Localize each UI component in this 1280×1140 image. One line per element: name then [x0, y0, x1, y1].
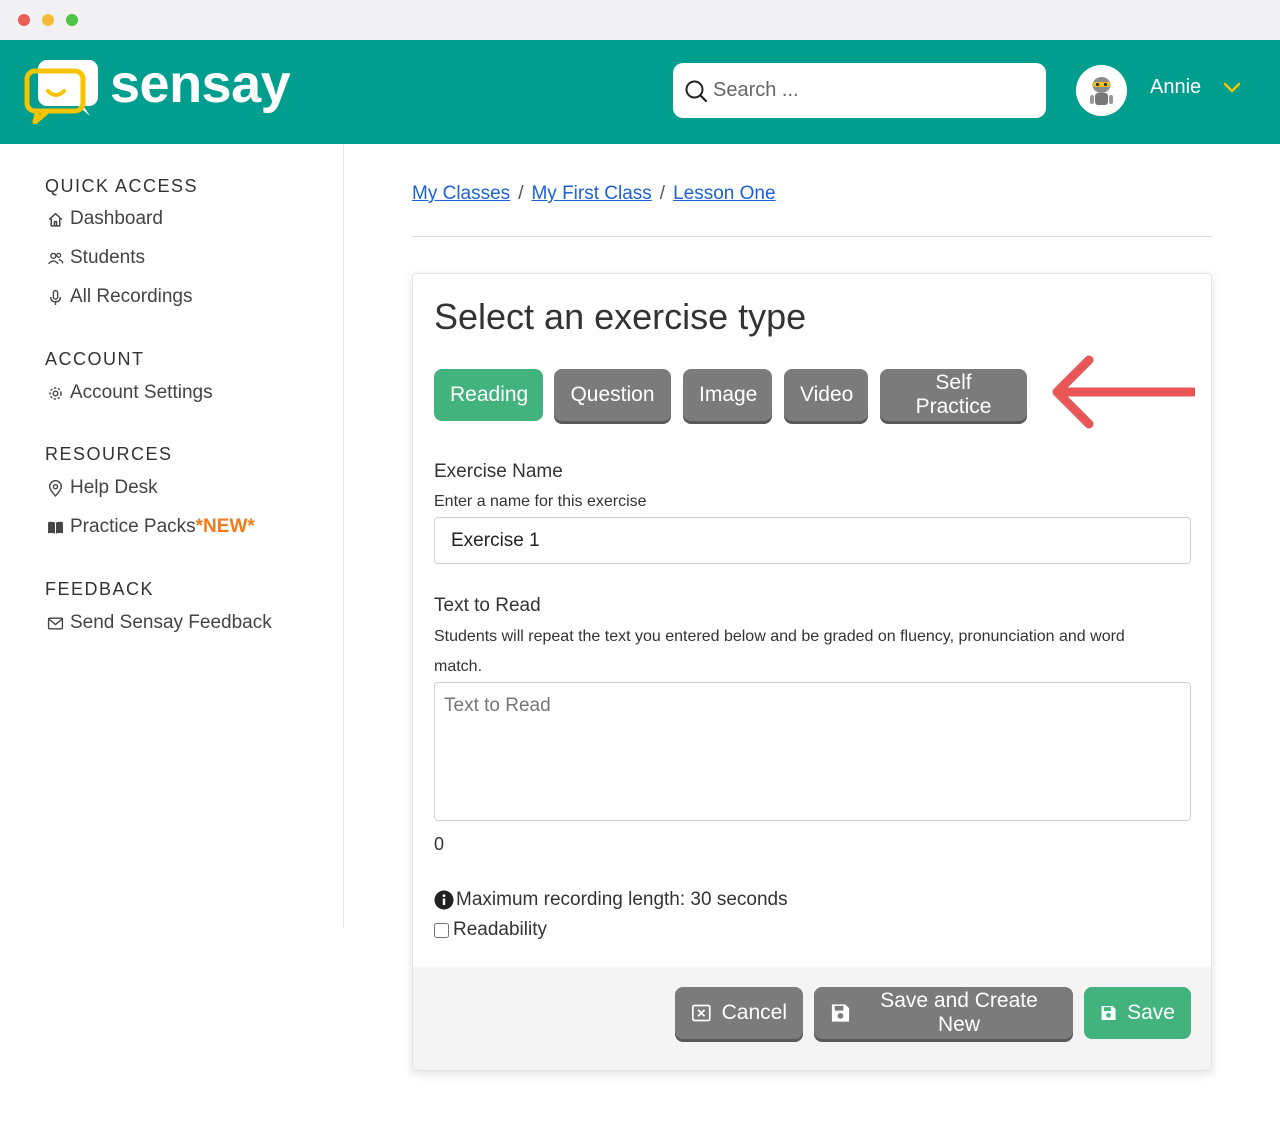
text-to-read-label: Text to Read	[434, 595, 541, 616]
close-box-icon	[692, 1004, 711, 1022]
breadcrumb-link-my-classes[interactable]: My Classes	[412, 183, 510, 204]
sidebar-heading-quick-access: QUICK ACCESS	[45, 176, 199, 196]
practice-packs-label: Practice Packs	[70, 516, 196, 537]
location-pin-icon	[48, 479, 63, 497]
breadcrumb-divider	[412, 236, 1212, 237]
sidebar-item-label: Help Desk	[70, 477, 158, 498]
breadcrumb-separator: /	[518, 183, 524, 204]
text-to-read-help: Students will repeat the text you entere…	[434, 628, 1125, 675]
sensay-logo-icon[interactable]	[24, 58, 100, 124]
sidebar-heading-resources: RESOURCES	[45, 444, 173, 464]
breadcrumb-link-my-first-class[interactable]: My First Class	[531, 183, 651, 204]
cancel-button[interactable]: Cancel	[675, 987, 803, 1039]
sidebar-item-send-feedback[interactable]: Send Sensay Feedback	[47, 612, 272, 634]
exercise-type-self-practice-button[interactable]: Self Practice	[880, 369, 1027, 421]
save-button[interactable]: Save	[1084, 987, 1191, 1039]
search-input[interactable]	[713, 63, 1033, 118]
book-icon	[48, 521, 63, 534]
sidebar-item-label: Dashboard	[70, 208, 163, 229]
sidebar-item-all-recordings[interactable]: All Recordings	[47, 286, 193, 308]
sidebar-heading-account: ACCOUNT	[45, 349, 145, 369]
exercise-card: Select an exercise type Reading Question…	[412, 273, 1212, 1071]
floppy-disk-icon	[1101, 1005, 1116, 1021]
sidebar: QUICK ACCESS Dashboard Students All Reco…	[0, 144, 344, 928]
max-recording-note: Maximum recording length: 30 seconds	[434, 889, 788, 911]
sidebar-item-dashboard[interactable]: Dashboard	[47, 208, 163, 230]
chevron-down-icon[interactable]	[1222, 80, 1242, 96]
sidebar-item-label: Practice Packs*NEW*	[70, 516, 255, 538]
text-to-read-textarea[interactable]	[434, 682, 1191, 821]
breadcrumb-link-lesson-one[interactable]: Lesson One	[673, 183, 775, 204]
sidebar-item-account-settings[interactable]: Account Settings	[47, 382, 213, 404]
top-header: sensay Annie	[0, 40, 1280, 144]
sidebar-item-help-desk[interactable]: Help Desk	[47, 477, 158, 499]
exercise-type-video-button[interactable]: Video	[784, 369, 868, 421]
home-icon	[48, 212, 63, 227]
new-badge: *NEW*	[195, 516, 255, 537]
card-title: Select an exercise type	[434, 296, 807, 337]
users-icon	[48, 252, 64, 264]
readability-checkbox[interactable]	[434, 922, 449, 938]
annotation-arrow-icon	[1052, 355, 1195, 429]
user-avatar[interactable]	[1076, 65, 1127, 116]
card-footer: Cancel Save and Create New Save	[413, 967, 1211, 1070]
sidebar-item-label: All Recordings	[70, 286, 193, 307]
info-icon	[434, 890, 454, 910]
exercise-name-label: Exercise Name	[434, 461, 563, 482]
sidebar-item-practice-packs[interactable]: Practice Packs*NEW*	[47, 516, 255, 538]
save-label: Save	[1127, 1001, 1175, 1024]
character-count: 0	[434, 834, 445, 854]
gear-icon	[49, 386, 62, 400]
exercise-type-reading-button[interactable]: Reading	[434, 369, 543, 421]
exercise-type-question-button[interactable]: Question	[554, 369, 671, 421]
maximize-window-button[interactable]	[66, 14, 78, 26]
sidebar-item-label: Students	[70, 247, 145, 268]
search-box[interactable]	[673, 63, 1046, 118]
user-name[interactable]: Annie	[1150, 76, 1201, 99]
minimize-window-button[interactable]	[42, 14, 54, 26]
readability-label: Readability	[453, 919, 547, 940]
robot-avatar-icon	[1076, 65, 1127, 116]
sidebar-heading-feedback: FEEDBACK	[45, 579, 155, 599]
save-and-create-new-label: Save and Create New	[880, 989, 1038, 1036]
sidebar-item-label: Send Sensay Feedback	[70, 612, 272, 633]
floppy-disk-icon	[831, 1004, 850, 1022]
breadcrumb-separator: /	[659, 183, 666, 204]
breadcrumb: My Classes / My First Class / Lesson One	[412, 183, 776, 205]
close-window-button[interactable]	[18, 14, 30, 26]
microphone-icon	[50, 289, 61, 305]
brand-name[interactable]: sensay	[110, 52, 291, 116]
exercise-type-image-button[interactable]: Image	[683, 369, 772, 421]
cancel-label: Cancel	[721, 1001, 787, 1024]
search-icon	[685, 80, 708, 103]
save-and-create-new-button[interactable]: Save and Create New	[814, 987, 1073, 1039]
sidebar-item-label: Account Settings	[70, 382, 213, 403]
window-titlebar	[0, 0, 1280, 40]
readability-option[interactable]: Readability	[434, 919, 547, 941]
exercise-name-help: Enter a name for this exercise	[434, 493, 647, 510]
exercise-name-input[interactable]	[434, 517, 1191, 564]
sidebar-item-students[interactable]: Students	[47, 247, 145, 269]
max-recording-text: Maximum recording length: 30 seconds	[456, 889, 788, 910]
envelope-icon	[47, 616, 64, 630]
